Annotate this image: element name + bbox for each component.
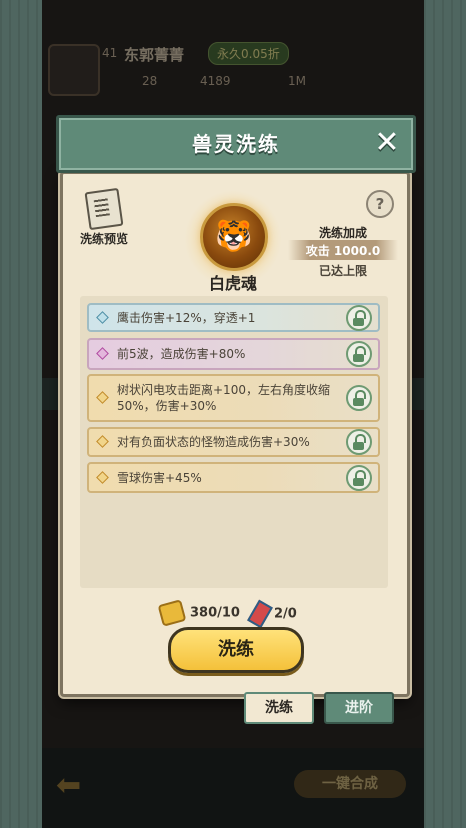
attribute-row: 鹰击伤害+12%，穿透+1 xyxy=(87,303,380,332)
gold-gem-icon xyxy=(96,470,109,484)
unlock-icon[interactable] xyxy=(346,385,372,411)
scroll-cost-value: 2/0 xyxy=(274,606,297,622)
wash-button[interactable]: 洗练 xyxy=(168,627,304,673)
blue-gem-icon xyxy=(96,310,109,324)
coin-cost-value: 380/10 xyxy=(190,605,240,621)
coin-cost: 380/10 xyxy=(157,599,240,627)
unlock-icon[interactable] xyxy=(346,464,372,491)
coin-icon xyxy=(157,599,187,627)
unlock-icon[interactable] xyxy=(346,304,372,331)
close-icon[interactable]: ✕ xyxy=(371,127,403,159)
attribute-text: 鹰击伤害+12%，穿透+1 xyxy=(117,310,256,325)
modal-title: 兽灵洗练 xyxy=(192,132,280,156)
help-icon[interactable]: ? xyxy=(366,190,394,218)
soul-name: 白虎魂 xyxy=(208,274,257,293)
bonus-title: 洗练加成 xyxy=(318,226,367,240)
wash-bonus-panel: 洗练加成 攻击 1000.0 已达上限 xyxy=(288,222,398,278)
bonus-status: 已达上限 xyxy=(318,264,367,278)
tab-advance[interactable]: 进阶 xyxy=(324,692,394,724)
attribute-row: 雪球伤害+45% xyxy=(87,462,380,493)
wash-preview-button[interactable]: 洗练预览 xyxy=(76,187,132,247)
right-bamboo-border xyxy=(424,0,466,828)
scroll-preview-icon xyxy=(84,187,124,231)
attribute-text: 前5波，造成伤害+80% xyxy=(117,347,246,361)
left-bamboo-border xyxy=(0,0,42,828)
unlock-icon[interactable] xyxy=(346,341,372,367)
attribute-text: 树状闪电攻击距离+100，左右角度收缩50%，伤害+30% xyxy=(117,383,330,413)
unlock-icon[interactable] xyxy=(346,429,372,455)
modal-header: 兽灵洗练 ✕ xyxy=(56,115,416,173)
gold-gem-icon xyxy=(96,391,109,404)
scroll-cost: 2/0 xyxy=(247,599,297,629)
attribute-row: 前5波，造成伤害+80% xyxy=(87,338,380,370)
attribute-text: 雪球伤害+45% xyxy=(117,470,202,485)
white-tiger-emblem-icon: 🐯 xyxy=(200,203,268,271)
wash-preview-label: 洗练预览 xyxy=(79,232,128,246)
tab-wash[interactable]: 洗练 xyxy=(244,692,314,724)
gold-gem-icon xyxy=(96,435,109,448)
attribute-row: 对有负面状态的怪物造成伤害+30% xyxy=(87,427,380,457)
attribute-row: 树状闪电攻击距离+100，左右角度收缩50%，伤害+30% xyxy=(87,374,380,422)
bonus-value: 攻击 1000.0 xyxy=(305,244,381,258)
attribute-text: 对有负面状态的怪物造成伤害+30% xyxy=(117,435,310,449)
purple-gem-icon xyxy=(96,347,109,360)
